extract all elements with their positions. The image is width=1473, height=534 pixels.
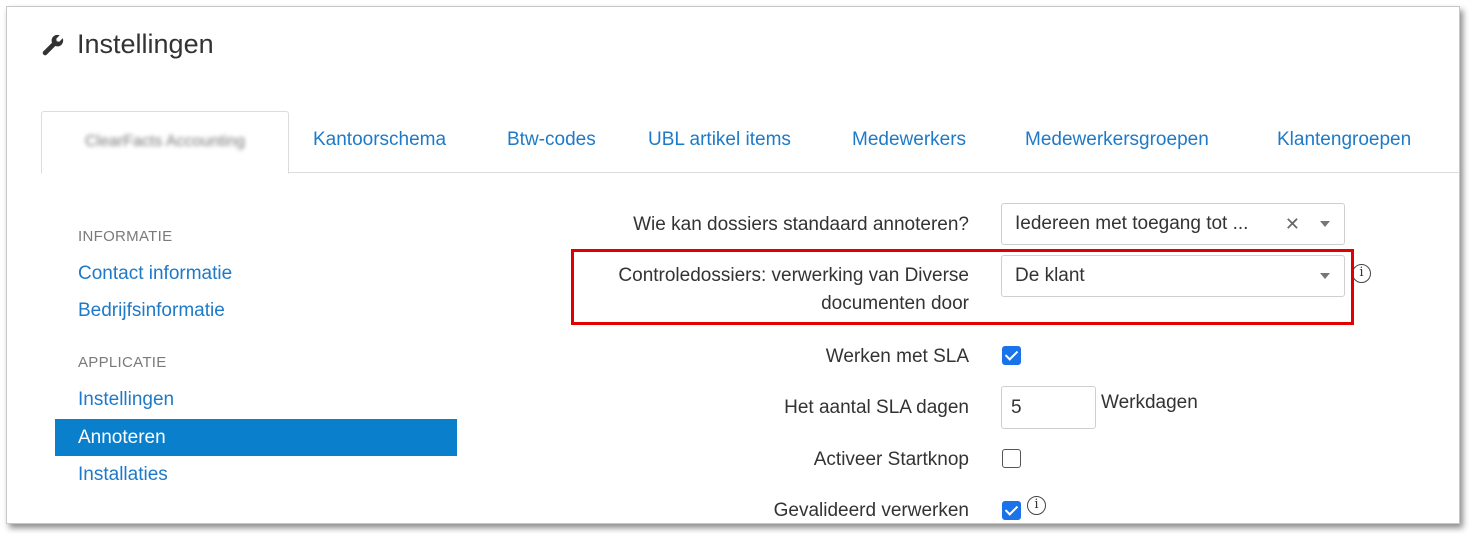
start-button-label: Activeer Startknop bbox=[813, 449, 969, 470]
sidebar-item-contact-informatie[interactable]: Contact informatie bbox=[55, 255, 457, 292]
tab-ubl-artikel-items[interactable]: UBL artikel items bbox=[648, 111, 791, 173]
sidebar-item-bedrijfsinformatie[interactable]: Bedrijfsinformatie bbox=[55, 292, 457, 329]
tab-medewerkers[interactable]: Medewerkers bbox=[852, 111, 966, 173]
clear-icon[interactable]: ✕ bbox=[1285, 204, 1300, 244]
sla-label: Werken met SLA bbox=[825, 346, 969, 367]
sidebar-heading-informatie: INFORMATIE bbox=[78, 228, 173, 245]
sidebar-heading-applicatie: APPLICATIE bbox=[78, 354, 167, 371]
tab-btw-codes[interactable]: Btw-codes bbox=[507, 111, 596, 173]
sidebar-item-instellingen[interactable]: Instellingen bbox=[55, 381, 457, 418]
sla-days-unit: Werkdagen bbox=[1101, 392, 1198, 413]
tab-medewerkersgroepen[interactable]: Medewerkersgroepen bbox=[1025, 111, 1209, 173]
annotate-default-value: Iedereen met toegang tot ... bbox=[1015, 213, 1249, 234]
page-title: Instellingen bbox=[41, 29, 214, 60]
sidebar-item-annoteren[interactable]: Annoteren bbox=[55, 419, 457, 456]
validated-label: Gevalideerd verwerken bbox=[773, 500, 969, 521]
chevron-down-icon[interactable] bbox=[1320, 221, 1330, 227]
tab-company[interactable]: ClearFacts Accounting bbox=[41, 111, 289, 174]
tab-klantengroepen[interactable]: Klantengroepen bbox=[1277, 111, 1411, 173]
tab-bar: ClearFacts Accounting Kantoorschema Btw-… bbox=[41, 111, 1459, 174]
sla-checkbox[interactable] bbox=[1002, 346, 1021, 365]
highlight-box bbox=[571, 249, 1354, 325]
sla-days-label: Het aantal SLA dagen bbox=[784, 397, 969, 418]
annotate-default-label: Wie kan dossiers standaard annoteren? bbox=[633, 214, 969, 235]
wrench-icon bbox=[42, 34, 64, 55]
validated-checkbox[interactable] bbox=[1002, 501, 1021, 520]
settings-window: Instellingen ClearFacts Accounting Kanto… bbox=[6, 6, 1460, 524]
tab-kantoorschema[interactable]: Kantoorschema bbox=[313, 111, 446, 173]
page-title-text: Instellingen bbox=[77, 29, 214, 59]
sla-days-input[interactable]: 5 bbox=[1001, 386, 1096, 429]
annotate-default-select[interactable]: Iedereen met toegang tot ... ✕ bbox=[1001, 203, 1345, 245]
info-icon[interactable]: i bbox=[1027, 496, 1046, 515]
info-icon[interactable]: i bbox=[1352, 264, 1371, 283]
start-button-checkbox[interactable] bbox=[1002, 449, 1021, 468]
sidebar-item-installaties[interactable]: Installaties bbox=[55, 456, 457, 493]
